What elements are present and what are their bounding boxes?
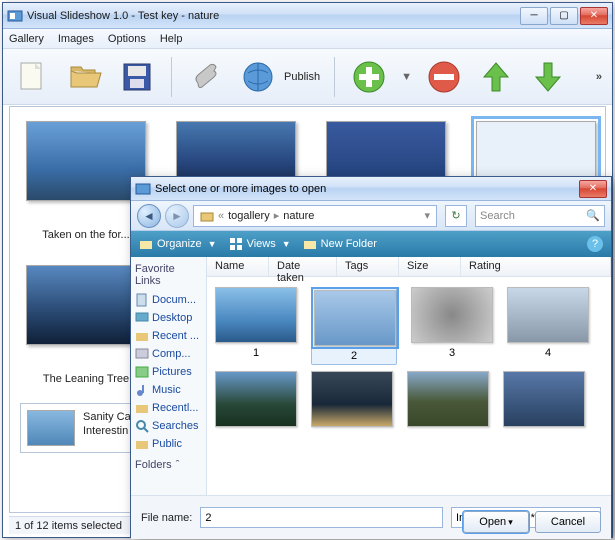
dialog-navbar: ◄ ► « togallery ▸ nature ▾ ↻ Search🔍 bbox=[131, 201, 611, 231]
column-headers[interactable]: Name Date taken Tags Size Rating bbox=[207, 257, 611, 277]
organize-bar: Organize▼ Views▼ New Folder ? bbox=[131, 231, 611, 257]
help-button[interactable]: ? bbox=[587, 236, 603, 252]
detail-thumb bbox=[27, 410, 75, 446]
chevron-down-icon: ▾ bbox=[508, 517, 513, 528]
dialog-close-button[interactable]: ✕ bbox=[579, 180, 607, 198]
settings-button[interactable] bbox=[186, 57, 226, 97]
move-up-button[interactable] bbox=[476, 57, 516, 97]
views-icon bbox=[229, 237, 243, 251]
app-icon bbox=[135, 181, 151, 197]
toolbar-divider bbox=[171, 57, 172, 97]
folder-icon bbox=[139, 237, 153, 251]
filename-label: File name: bbox=[141, 512, 192, 524]
app-icon bbox=[7, 8, 23, 24]
file-grid: 1 2 3 4 bbox=[207, 277, 611, 495]
file-item-selected[interactable]: 2 bbox=[311, 287, 397, 365]
open-button[interactable] bbox=[65, 57, 105, 97]
breadcrumb[interactable]: « togallery ▸ nature ▾ bbox=[193, 205, 437, 227]
file-item[interactable] bbox=[311, 371, 393, 427]
publish-button[interactable] bbox=[238, 57, 278, 97]
menu-images[interactable]: Images bbox=[58, 33, 94, 45]
refresh-button[interactable]: ↻ bbox=[445, 205, 467, 227]
menu-help[interactable]: Help bbox=[160, 33, 183, 45]
new-folder-button[interactable]: New Folder bbox=[303, 237, 377, 251]
open-dialog: Select one or more images to open ✕ ◄ ► … bbox=[130, 176, 612, 538]
new-button[interactable] bbox=[13, 57, 53, 97]
fav-recently[interactable]: Recentl... bbox=[135, 399, 202, 417]
fav-music[interactable]: Music bbox=[135, 381, 202, 399]
folder-icon bbox=[303, 237, 317, 251]
fav-documents[interactable]: Docum... bbox=[135, 291, 202, 309]
toolbar: Publish ▼ » bbox=[3, 49, 612, 105]
back-button[interactable]: ◄ bbox=[137, 204, 161, 228]
fav-public[interactable]: Public bbox=[135, 435, 202, 453]
menu-gallery[interactable]: Gallery bbox=[9, 33, 44, 45]
fav-pictures[interactable]: Pictures bbox=[135, 363, 202, 381]
move-down-button[interactable] bbox=[528, 57, 568, 97]
toolbar-divider bbox=[334, 57, 335, 97]
filename-input[interactable] bbox=[200, 507, 443, 528]
status-text: 1 of 12 items selected bbox=[15, 520, 122, 532]
file-item[interactable]: 4 bbox=[507, 287, 589, 365]
publish-label: Publish bbox=[284, 71, 320, 83]
file-list-pane: Name Date taken Tags Size Rating 1 2 3 4 bbox=[207, 257, 611, 495]
main-titlebar[interactable]: Visual Slideshow 1.0 - Test key - nature… bbox=[3, 3, 612, 29]
file-item[interactable] bbox=[407, 371, 489, 427]
dialog-titlebar[interactable]: Select one or more images to open ✕ bbox=[131, 177, 611, 201]
open-button[interactable]: Open▾ bbox=[463, 511, 529, 533]
save-button[interactable] bbox=[117, 57, 157, 97]
menu-options[interactable]: Options bbox=[108, 33, 146, 45]
fav-desktop[interactable]: Desktop bbox=[135, 309, 202, 327]
fav-searches[interactable]: Searches bbox=[135, 417, 202, 435]
overflow-icon[interactable]: » bbox=[596, 71, 602, 83]
close-button[interactable]: ✕ bbox=[580, 7, 608, 25]
favorites-panel: Favorite Links Docum... Desktop Recent .… bbox=[131, 257, 207, 495]
minimize-button[interactable]: ─ bbox=[520, 7, 548, 25]
file-item[interactable]: 3 bbox=[411, 287, 493, 365]
thumbnail[interactable]: Taken on the for... bbox=[26, 121, 146, 241]
dialog-title: Select one or more images to open bbox=[155, 183, 579, 195]
file-item[interactable]: 1 bbox=[215, 287, 297, 365]
views-button[interactable]: Views▼ bbox=[229, 237, 291, 251]
remove-button[interactable] bbox=[424, 57, 464, 97]
menubar: Gallery Images Options Help bbox=[3, 29, 612, 49]
cancel-button[interactable]: Cancel bbox=[535, 511, 601, 533]
thumbnail[interactable]: The Leaning Tree bbox=[26, 265, 146, 385]
fav-computer[interactable]: Comp... bbox=[135, 345, 202, 363]
maximize-button[interactable]: ▢ bbox=[550, 7, 578, 25]
forward-button[interactable]: ► bbox=[165, 204, 189, 228]
add-button[interactable] bbox=[349, 57, 389, 97]
organize-button[interactable]: Organize▼ bbox=[139, 237, 217, 251]
file-item[interactable] bbox=[503, 371, 585, 427]
dropdown-icon[interactable]: ▼ bbox=[401, 71, 412, 83]
search-input[interactable]: Search🔍 bbox=[475, 205, 605, 227]
folders-toggle[interactable]: Foldersˆ bbox=[135, 459, 202, 471]
file-item[interactable] bbox=[215, 371, 297, 427]
window-title: Visual Slideshow 1.0 - Test key - nature bbox=[27, 10, 520, 22]
fav-recent[interactable]: Recent ... bbox=[135, 327, 202, 345]
search-icon: 🔍 bbox=[586, 209, 600, 222]
favorites-header: Favorite Links bbox=[135, 263, 202, 287]
folder-icon bbox=[200, 209, 214, 223]
